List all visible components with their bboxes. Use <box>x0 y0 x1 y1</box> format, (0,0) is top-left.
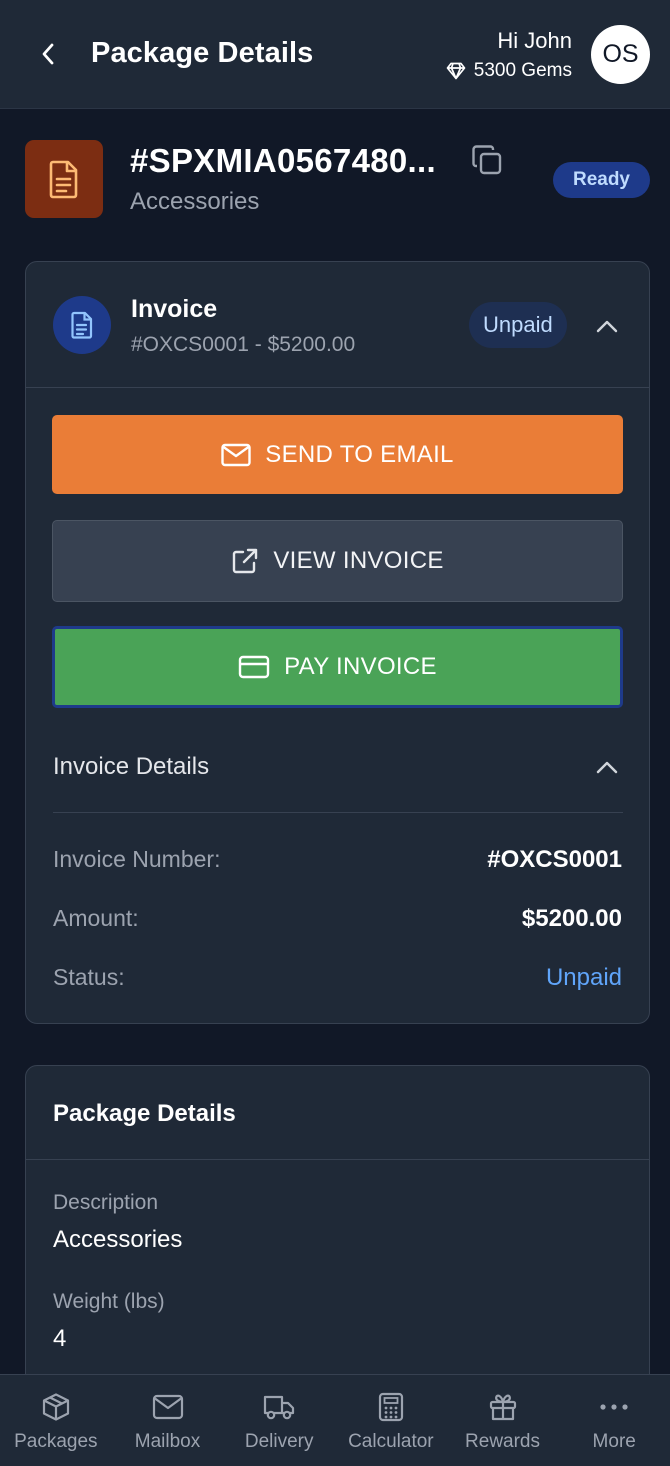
chevron-up-icon <box>596 320 618 333</box>
nav-item-mailbox[interactable]: Mailbox <box>112 1375 224 1466</box>
status-badge: Ready <box>552 162 650 198</box>
package-document-icon-tile <box>25 140 103 218</box>
page-title: Package Details <box>91 37 314 69</box>
nav-label: Calculator <box>348 1431 434 1452</box>
description-value: Accessories <box>53 1226 183 1253</box>
invoice-number-value: #OXCS0001 <box>487 846 622 873</box>
diamond-icon <box>446 62 466 80</box>
send-to-email-button[interactable]: SEND TO EMAIL <box>52 415 623 494</box>
package-tracking-id: #SPXMIA0567480... <box>130 142 436 179</box>
user-greeting: Hi John <box>497 28 572 53</box>
back-button[interactable] <box>36 40 60 68</box>
view-invoice-button[interactable]: VIEW INVOICE <box>52 520 623 602</box>
truck-icon <box>263 1391 295 1423</box>
invoice-status-badge: Unpaid <box>469 302 567 348</box>
copy-icon <box>472 145 502 175</box>
gems-count: 5300 Gems <box>473 60 572 81</box>
invoice-header[interactable]: Invoice #OXCS0001 - $5200.00 Unpaid <box>26 262 649 388</box>
calculator-icon <box>375 1391 407 1423</box>
weight-value: 4 <box>53 1325 67 1352</box>
invoice-subtitle: #OXCS0001 - $5200.00 <box>131 333 356 356</box>
invoice-number-label: Invoice Number: <box>53 846 221 872</box>
document-icon <box>71 311 93 339</box>
bottom-navigation: Packages Mailbox Delivery Calculator Rew… <box>0 1374 670 1466</box>
external-link-icon <box>233 548 258 574</box>
pay-invoice-label: PAY INVOICE <box>284 653 437 680</box>
status-value: Unpaid <box>545 964 622 991</box>
avatar[interactable]: OS <box>591 25 650 84</box>
weight-label: Weight (lbs) <box>53 1290 165 1313</box>
package-details-title: Package Details <box>53 1100 236 1127</box>
nav-label: Delivery <box>244 1431 314 1452</box>
status-label: Status: <box>53 964 125 990</box>
box-icon <box>40 1391 72 1423</box>
chevron-up-icon <box>596 761 618 774</box>
mail-icon <box>152 1391 184 1423</box>
invoice-details-toggle[interactable] <box>595 755 619 779</box>
copy-button[interactable] <box>470 143 504 177</box>
description-label: Description <box>53 1191 159 1214</box>
nav-label: Rewards <box>465 1431 541 1452</box>
more-icon <box>598 1391 630 1423</box>
pay-invoice-button[interactable]: PAY INVOICE <box>52 626 623 708</box>
send-to-email-label: SEND TO EMAIL <box>265 440 454 468</box>
app-root: Package Details Hi John 5300 Gems OS #SP… <box>0 0 670 1466</box>
nav-item-delivery[interactable]: Delivery <box>223 1375 335 1466</box>
package-category: Accessories <box>130 188 260 215</box>
view-invoice-label: VIEW INVOICE <box>273 547 444 574</box>
invoice-details-title: Invoice Details <box>53 753 210 780</box>
amount-label: Amount: <box>53 905 139 931</box>
gift-icon <box>487 1391 519 1423</box>
invoice-icon-circle <box>53 296 111 354</box>
chevron-left-icon <box>42 43 54 65</box>
nav-label: Packages <box>14 1431 98 1452</box>
divider <box>26 1159 649 1160</box>
nav-label: Mailbox <box>134 1431 201 1452</box>
credit-card-icon <box>238 655 270 679</box>
top-header: Package Details Hi John 5300 Gems OS <box>0 0 670 109</box>
nav-label: More <box>592 1431 636 1452</box>
nav-item-rewards[interactable]: Rewards <box>447 1375 559 1466</box>
invoice-collapse-toggle[interactable] <box>595 314 619 338</box>
document-icon <box>49 160 78 199</box>
nav-item-more[interactable]: More <box>558 1375 670 1466</box>
nav-item-calculator[interactable]: Calculator <box>335 1375 447 1466</box>
invoice-card: Invoice #OXCS0001 - $5200.00 Unpaid SEND… <box>25 261 650 1024</box>
nav-item-packages[interactable]: Packages <box>0 1375 112 1466</box>
amount-value: $5200.00 <box>521 905 622 932</box>
mail-icon <box>221 443 251 466</box>
package-details-card: Package Details Description Accessories … <box>25 1065 650 1405</box>
invoice-title: Invoice <box>131 295 218 323</box>
divider <box>53 812 623 813</box>
gems-balance: 5300 Gems <box>446 60 572 82</box>
